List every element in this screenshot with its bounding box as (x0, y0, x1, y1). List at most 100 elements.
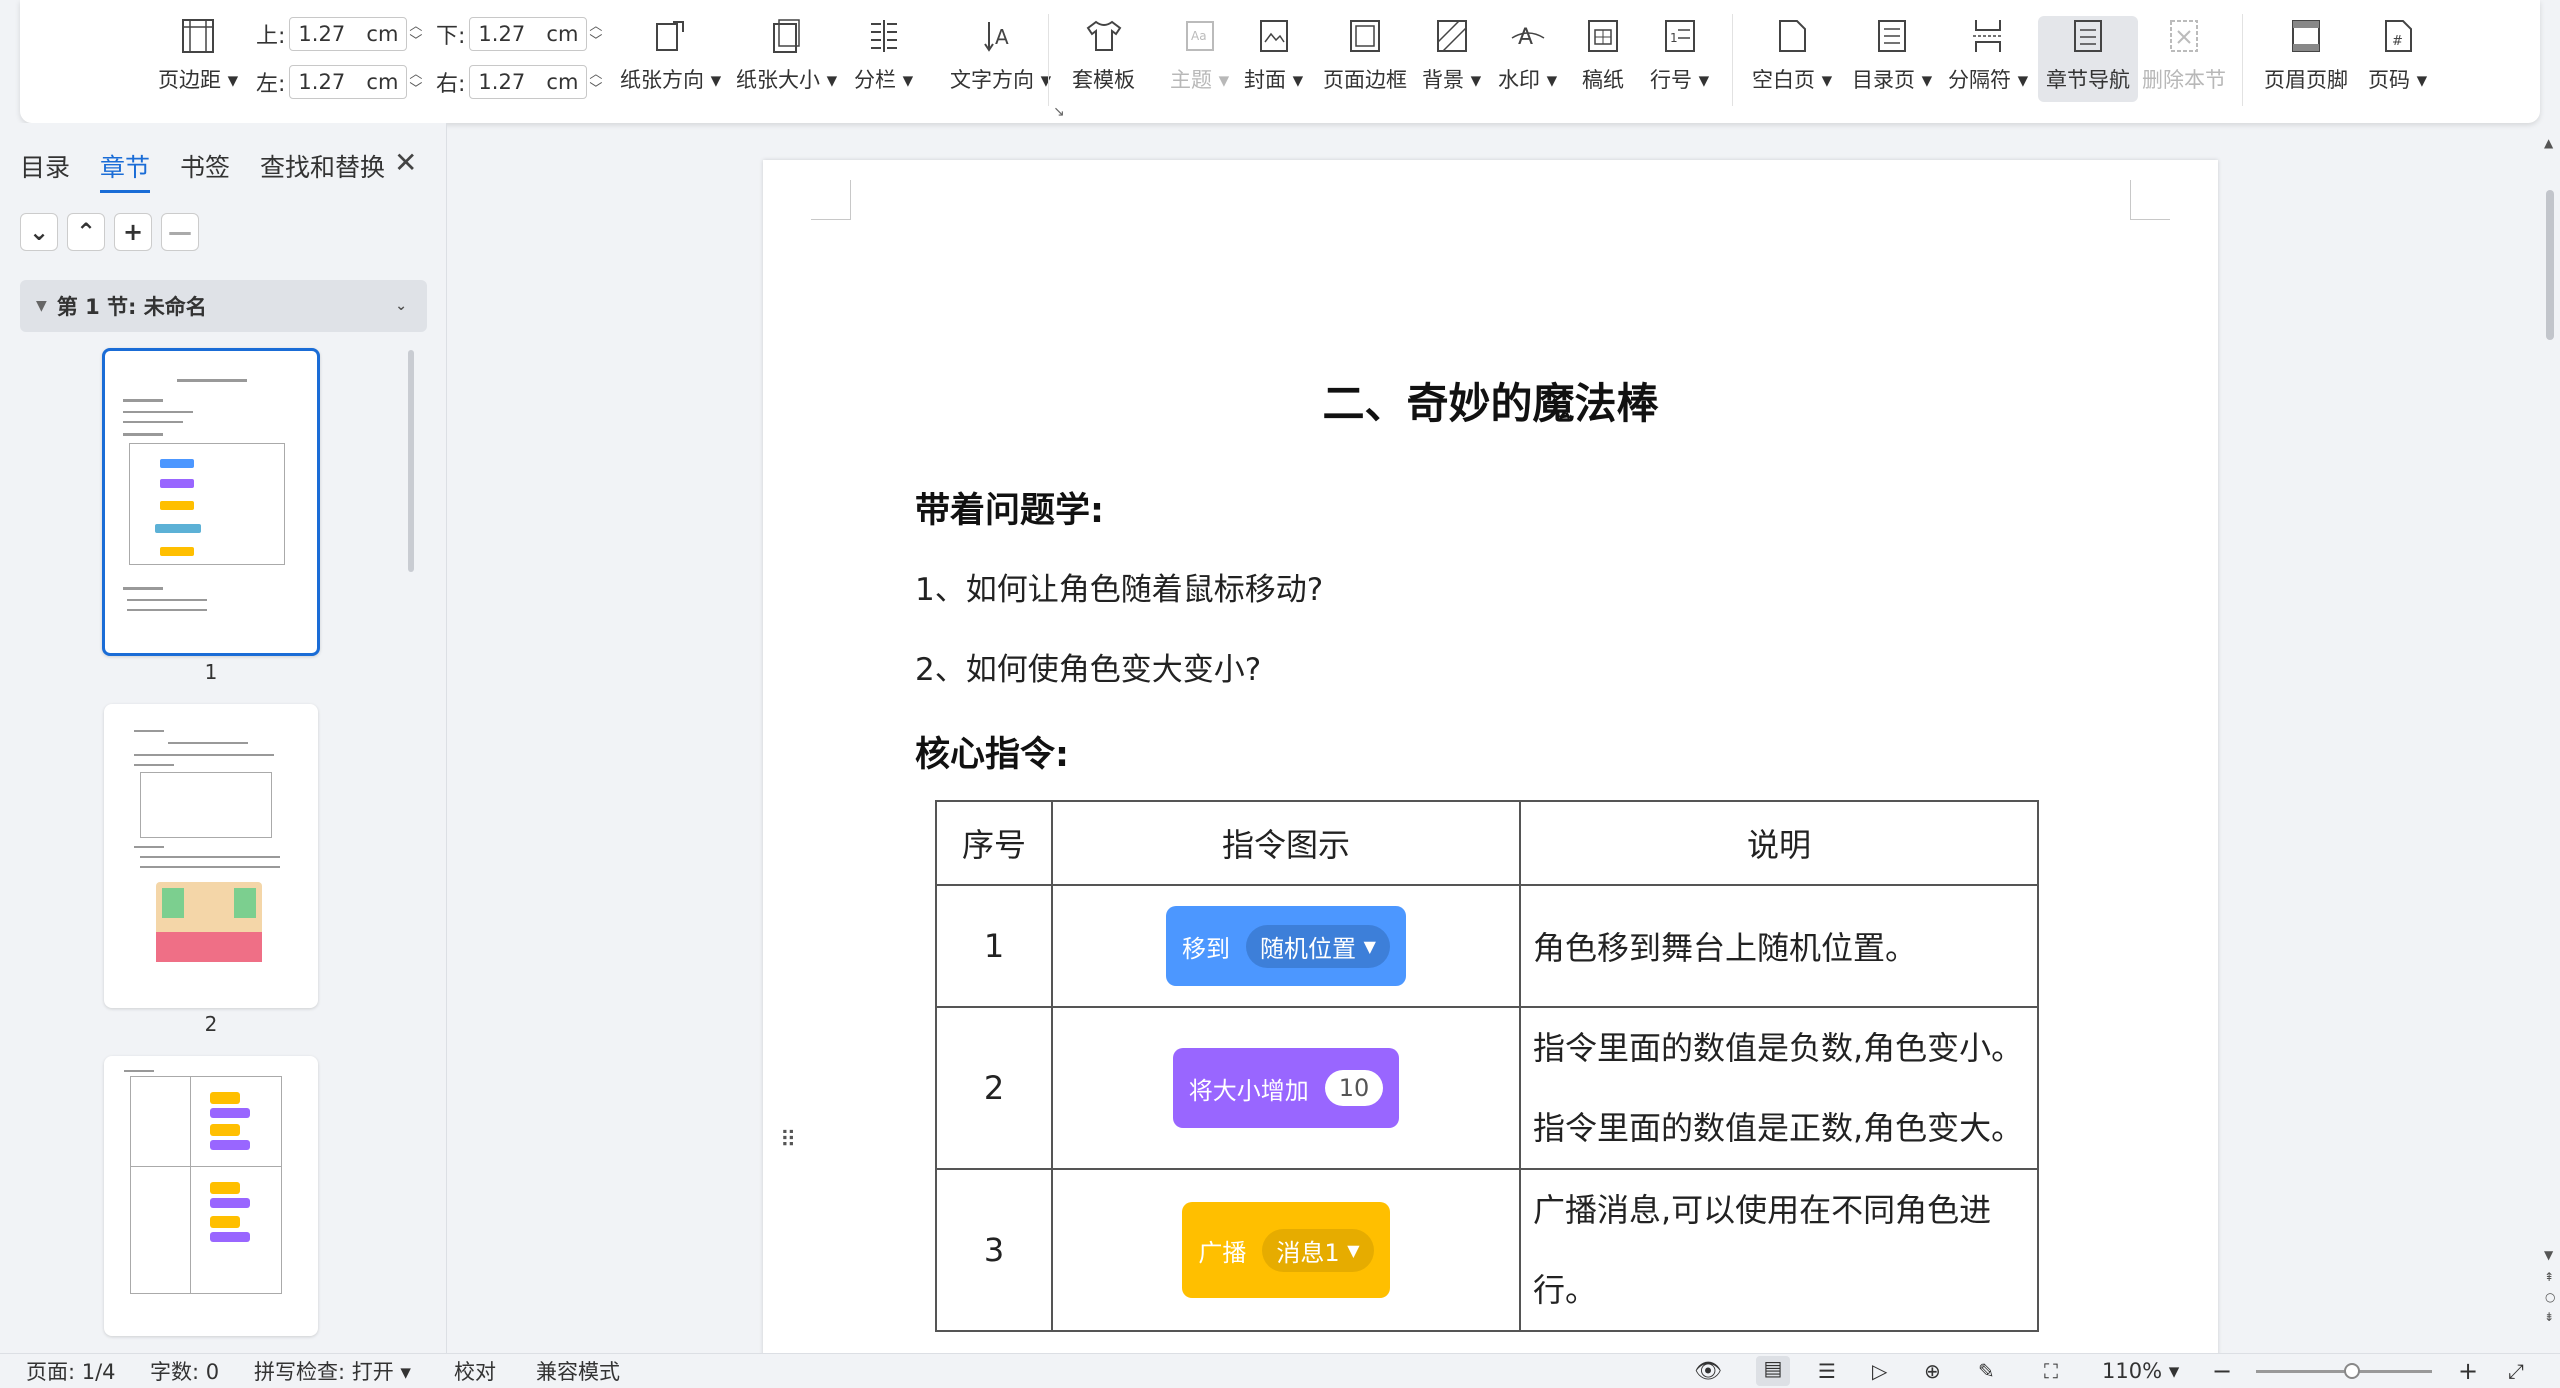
header-cell: 序号 (935, 800, 1053, 886)
section-title: 第 1 节: 未命名 (56, 295, 207, 319)
margin-left-field[interactable]: 左: 1.27 cm ︿ ﹀ (256, 65, 422, 99)
caret-down-icon: ▼ (36, 298, 47, 314)
line-number-icon: 1 (1660, 16, 1700, 56)
remove-section-button[interactable]: — (161, 213, 199, 251)
plus-icon: + (122, 218, 144, 246)
theme-button[interactable]: Aa 主题 ▾ (1170, 16, 1229, 94)
spinner-icon[interactable]: ︿ ﹀ (589, 19, 602, 49)
orientation-button[interactable]: 纸张方向 ▾ (620, 16, 721, 94)
next-page-icon[interactable]: ⇟ (2544, 1310, 2554, 1324)
status-words[interactable]: 字数: 0 (150, 1356, 219, 1386)
zoom-slider[interactable] (2256, 1363, 2432, 1379)
add-section-button[interactable]: + (114, 213, 152, 251)
fullscreen-icon[interactable]: ⤢ (2508, 1359, 2524, 1383)
prev-page-icon[interactable]: ⇞ (2544, 1270, 2554, 1284)
tab-bookmarks[interactable]: 书签 (180, 148, 230, 193)
page-thumbnail-1[interactable] (102, 348, 320, 656)
zoom-level[interactable]: 110% ▾ (2102, 1359, 2179, 1383)
margins-button[interactable]: 页边距 ▾ (158, 16, 238, 94)
dialog-launcher-icon[interactable]: ↘ (1053, 104, 1065, 120)
page-thumbnail-2[interactable] (104, 704, 318, 1008)
vertical-scrollbar[interactable]: ▲ ▼ ⇞ ○ ⇟ (2540, 130, 2560, 1350)
theme-icon: Aa (1180, 16, 1220, 56)
svg-text:A: A (1518, 25, 1533, 50)
status-spell[interactable]: 拼写检查: 打开 ▾ (254, 1356, 411, 1386)
commands-table: 序号 指令图示 说明 1 移到 随机位置 ▼ 角色移到舞台上随机位置。 2 将大… (935, 800, 2039, 1332)
paper-size-button[interactable]: 纸张大小 ▾ (736, 16, 837, 94)
question-2: 2、如何使角色变大变小? (915, 652, 1262, 688)
delete-section-button[interactable]: 删除本节 (2142, 16, 2226, 94)
page-thumbnail-3[interactable] (104, 1056, 318, 1336)
row-description: 指令里面的数值是正数,角色变大。 (1533, 1109, 2024, 1147)
page-break-icon (1968, 16, 2008, 56)
columns-button[interactable]: 分栏 ▾ (854, 16, 913, 94)
document-page[interactable]: 二、奇妙的魔法棒 带着问题学: 1、如何让角色随着鼠标移动? 2、如何使角色变大… (763, 160, 2218, 1360)
pane-scrollbar[interactable] (408, 350, 414, 572)
section-nav-button[interactable]: 章节导航 (2038, 16, 2138, 102)
margins-icon (178, 16, 218, 56)
play-icon[interactable]: ▷ (1872, 1359, 1887, 1383)
table-row: 1 移到 随机位置 ▼ 角色移到舞台上随机位置。 (935, 884, 2039, 1008)
zoom-out-icon[interactable]: − (2212, 1357, 2232, 1385)
tab-find-replace[interactable]: 查找和替换 (260, 148, 385, 193)
text-direction-button[interactable]: A 文字方向 ▾ (950, 16, 1051, 94)
chevron-down-icon: ⌄ (28, 218, 50, 246)
orientation-icon (651, 16, 691, 56)
expand-down-button[interactable]: ⌄ (20, 213, 58, 251)
status-compat[interactable]: 兼容模式 (536, 1356, 620, 1386)
close-pane-icon[interactable]: ✕ (394, 146, 417, 179)
tab-toc[interactable]: 目录 (20, 148, 70, 193)
margin-right-field[interactable]: 右: 1.27 cm ︿ ﹀ (436, 65, 602, 99)
spinner-icon[interactable]: ︿ ﹀ (589, 67, 602, 97)
section-item[interactable]: ▼ 第 1 节: 未命名 ⌄ (20, 280, 427, 332)
drag-handle-icon[interactable]: ⠿ (780, 1128, 796, 1153)
toc-page-icon (1872, 16, 1912, 56)
page-border-button[interactable]: 页面边框 (1323, 16, 1407, 94)
scroll-up-icon[interactable]: ▲ (2544, 136, 2553, 150)
globe-icon[interactable]: ⊕ (1924, 1359, 1941, 1383)
heading-questions: 带着问题学: (915, 491, 1104, 531)
tab-sections[interactable]: 章节 (100, 148, 151, 193)
spinner-icon[interactable]: ︿ ﹀ (409, 67, 422, 97)
separator-button[interactable]: 分隔符 ▾ (1948, 16, 2028, 94)
line-number-button[interactable]: 1 行号 ▾ (1650, 16, 1709, 94)
manuscript-button[interactable]: 稿纸 (1582, 16, 1624, 94)
margin-top-field[interactable]: 上: 1.27 cm ︿ ﹀ (256, 17, 422, 51)
margin-bottom-field[interactable]: 下: 1.27 cm ︿ ﹀ (436, 17, 602, 51)
scratch-block-events: 广播 消息1 ▼ (1182, 1202, 1390, 1298)
zoom-slider-thumb[interactable] (2344, 1363, 2360, 1379)
row-description: 角色移到舞台上随机位置。 (1519, 884, 2039, 1008)
background-icon (1432, 16, 1472, 56)
header-footer-button[interactable]: 页眉页脚 (2264, 16, 2348, 94)
template-button[interactable]: 套模板 (1072, 16, 1135, 94)
pen-icon[interactable]: ✎ (1978, 1359, 1995, 1383)
spinner-icon[interactable]: ︿ ﹀ (409, 19, 422, 49)
outline-view-icon[interactable]: ☰ (1818, 1359, 1836, 1383)
chevron-down-icon[interactable]: ⌄ (395, 298, 407, 314)
watermark-button[interactable]: A 水印 ▾ (1498, 16, 1557, 94)
collapse-up-button[interactable]: ⌃ (67, 213, 105, 251)
section-nav-icon (2068, 16, 2108, 56)
text-direction-icon: A (981, 16, 1021, 56)
eye-icon[interactable]: 👁 (1694, 1359, 1722, 1384)
page-number-icon: # (2378, 16, 2418, 56)
page-number-button[interactable]: # 页码 ▾ (2368, 16, 2427, 94)
row-description: 行。 (1533, 1271, 1598, 1309)
page-border-icon (1345, 16, 1385, 56)
status-bar: 页面: 1/4 字数: 0 拼写检查: 打开 ▾ 校对 兼容模式 👁 ▤ ☰ ▷… (0, 1353, 2560, 1388)
chevron-up-icon: ⌃ (75, 218, 97, 246)
toc-page-button[interactable]: 目录页 ▾ (1852, 16, 1932, 94)
blank-page-button[interactable]: 空白页 ▾ (1752, 16, 1832, 94)
scroll-down-icon[interactable]: ▼ (2544, 1248, 2553, 1262)
select-browse-icon[interactable]: ○ (2545, 1290, 2555, 1304)
fit-page-icon[interactable]: ⛶ (2044, 1359, 2058, 1383)
status-page[interactable]: 页面: 1/4 (26, 1356, 116, 1386)
dropdown-arrow-icon: ▼ (1363, 936, 1376, 956)
cover-button[interactable]: 封面 ▾ (1244, 16, 1303, 94)
background-button[interactable]: 背景 ▾ (1422, 16, 1481, 94)
status-proof[interactable]: 校对 (454, 1356, 496, 1386)
document-title: 二、奇妙的魔法棒 (1322, 379, 1659, 428)
scroll-thumb[interactable] (2546, 190, 2554, 340)
zoom-in-icon[interactable]: + (2458, 1357, 2478, 1385)
page-view-icon[interactable]: ▤ (1756, 1356, 1790, 1386)
